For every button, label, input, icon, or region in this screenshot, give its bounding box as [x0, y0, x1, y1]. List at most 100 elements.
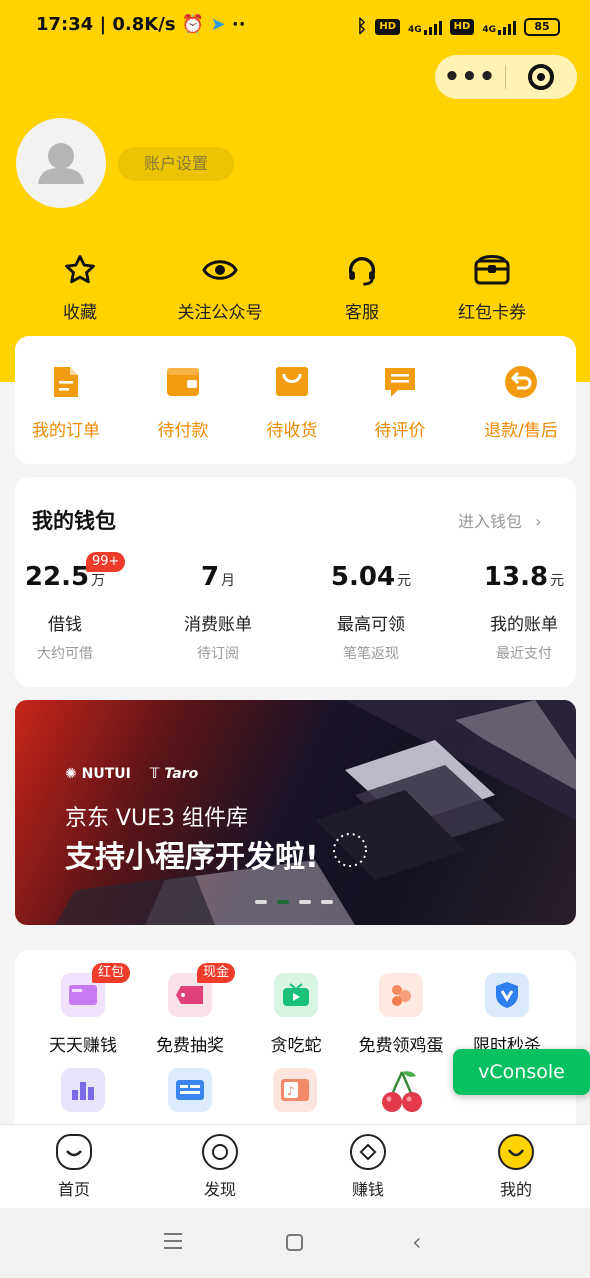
- enter-wallet-link[interactable]: 进入钱包 ›: [458, 508, 542, 532]
- wallet-item-bill[interactable]: 7月 消费账单 待订阅: [148, 562, 288, 663]
- smile-icon: [498, 1134, 534, 1170]
- tab-discover[interactable]: 发现: [170, 1134, 270, 1200]
- account-settings-button[interactable]: 账户设置: [118, 147, 234, 181]
- miniprogram-capsule: •••: [435, 55, 577, 99]
- wallet-unit: 元: [397, 573, 412, 589]
- banner-dot[interactable]: [299, 900, 311, 904]
- hd-badge: HD: [449, 18, 475, 35]
- quick-link-follow[interactable]: 关注公众号: [160, 250, 280, 323]
- avatar[interactable]: [16, 118, 106, 208]
- quick-link-coupons[interactable]: 红包卡券: [432, 250, 552, 323]
- status-icons: ᛒ HD 4G HD 4G 85: [357, 16, 560, 37]
- back-icon[interactable]: ‹: [412, 1228, 422, 1256]
- tab-home[interactable]: 首页: [24, 1134, 124, 1200]
- activity-eggs[interactable]: 免费领鸡蛋: [346, 973, 456, 1056]
- wallet-label: 借钱: [48, 615, 82, 635]
- id-card-icon[interactable]: [168, 1068, 212, 1112]
- more-dots-icon[interactable]: •••: [435, 64, 505, 90]
- wallet-sublabel: 最近支付: [496, 646, 552, 662]
- comment-icon: [345, 364, 455, 400]
- wallet-unit: 月: [221, 573, 236, 589]
- network-speed: 0.8K/s: [112, 14, 176, 35]
- banner-brands: ✺ NUTUI 𝕋 Taro: [65, 766, 199, 782]
- earn-icon: [350, 1134, 386, 1170]
- banner-pagination: [255, 900, 333, 904]
- quick-link-label: 红包卡券: [458, 303, 526, 323]
- shield-v-icon: [485, 973, 529, 1017]
- quick-link-label: 关注公众号: [177, 303, 263, 323]
- order-pending-review[interactable]: 待评价: [345, 364, 455, 441]
- wallet-label: 最高可领: [337, 615, 405, 635]
- wallet-value: 5.04: [330, 562, 396, 592]
- activity-label: 免费抽奖: [156, 1036, 224, 1056]
- tab-label: 我的: [499, 1180, 532, 1199]
- wallet-sublabel: 大约可借: [37, 646, 93, 662]
- nutui-logo-icon: ✺: [65, 766, 82, 782]
- activity-badge: 现金: [197, 963, 236, 983]
- tv-play-icon: [274, 973, 318, 1017]
- tab-mine[interactable]: 我的: [466, 1134, 566, 1200]
- quick-link-favorites[interactable]: 收藏: [20, 250, 140, 323]
- banner-line1: 京东 VUE3 组件库: [65, 806, 249, 831]
- order-label: 退款/售后: [484, 421, 558, 441]
- cherry-icon[interactable]: [378, 1068, 426, 1114]
- quick-link-service[interactable]: 客服: [302, 250, 422, 323]
- telegram-icon: ➤: [210, 14, 226, 35]
- bar-chart-icon[interactable]: [61, 1068, 105, 1112]
- notification-dots-icon: ··: [231, 14, 246, 35]
- wallet-item-loan[interactable]: 22.5 万 借钱 大约可借: [0, 562, 135, 663]
- activity-snake[interactable]: 贪吃蛇: [241, 973, 351, 1056]
- order-all[interactable]: 我的订单: [11, 364, 121, 441]
- square-icon[interactable]: [286, 1234, 303, 1251]
- wallet-unit: 元: [550, 573, 565, 589]
- wallet-sublabel: 笔笔返现: [343, 646, 399, 662]
- wallet-item-mybill[interactable]: 13.8 元 我的账单 最近支付: [454, 562, 590, 663]
- vconsole-button[interactable]: vConsole: [453, 1049, 590, 1095]
- wallet-badge: 99+: [86, 552, 126, 572]
- wallet-label: 我的账单: [490, 615, 558, 635]
- order-pending-receipt[interactable]: 待收货: [237, 364, 347, 441]
- wallet-value: 13.8: [483, 562, 549, 592]
- activity-lottery[interactable]: 免费抽奖: [135, 973, 245, 1056]
- tab-earn[interactable]: 赚钱: [318, 1134, 418, 1200]
- order-label: 待收货: [266, 421, 318, 441]
- order-icon: [11, 364, 121, 400]
- banner-dot[interactable]: [255, 900, 267, 904]
- music-card-icon[interactable]: ♪: [273, 1068, 317, 1112]
- quick-link-label: 客服: [345, 303, 379, 323]
- status-time: 17:34 | 0.8K/s ⏰ ➤ ··: [36, 14, 246, 35]
- activity-flash-sale[interactable]: 限时秒杀: [452, 973, 562, 1056]
- capsule-close-button[interactable]: [506, 64, 576, 90]
- return-icon: [466, 364, 576, 400]
- order-refund[interactable]: 退款/售后: [466, 364, 576, 441]
- eye-icon: [160, 250, 280, 290]
- order-label: 我的订单: [32, 421, 100, 441]
- discover-icon: [202, 1134, 238, 1170]
- wallet-title: 我的钱包: [32, 509, 116, 533]
- signal-icon: 4G: [408, 19, 442, 35]
- taro-logo-icon: 𝕋: [149, 766, 165, 782]
- activity-label: 免费领鸡蛋: [358, 1036, 444, 1056]
- tab-label: 赚钱: [351, 1180, 384, 1199]
- status-bar: 17:34 | 0.8K/s ⏰ ➤ ·· ᛒ HD 4G HD 4G 85: [0, 0, 590, 52]
- activity-label: 贪吃蛇: [270, 1036, 322, 1056]
- banner-dot[interactable]: [321, 900, 333, 904]
- banner-dot-active[interactable]: [277, 900, 289, 904]
- order-label: 待评价: [374, 421, 426, 441]
- chevron-right-icon: ›: [535, 512, 542, 531]
- order-pending-payment[interactable]: 待付款: [128, 364, 238, 441]
- order-label: 待付款: [157, 421, 209, 441]
- promo-banner[interactable]: ✺ NUTUI 𝕋 Taro 京东 VUE3 组件库 支持小程序开发啦!: [15, 700, 576, 925]
- alarm-icon: ⏰: [181, 14, 205, 35]
- battery-icon: 85: [524, 17, 560, 36]
- bluetooth-icon: ᛒ: [356, 16, 368, 37]
- menu-icon[interactable]: [164, 1233, 182, 1249]
- activity-daily-earn[interactable]: 天天赚钱: [28, 973, 138, 1056]
- wallet-item-max[interactable]: 5.04 元 最高可领 笔笔返现: [301, 562, 441, 663]
- coupon-icon: [432, 250, 552, 290]
- wallet-icon: [128, 364, 238, 400]
- activity-label: 天天赚钱: [49, 1036, 117, 1056]
- svg-text:♪: ♪: [287, 1084, 295, 1098]
- wallet-sublabel: 待订阅: [197, 646, 239, 662]
- signal-icon: 4G: [482, 19, 516, 35]
